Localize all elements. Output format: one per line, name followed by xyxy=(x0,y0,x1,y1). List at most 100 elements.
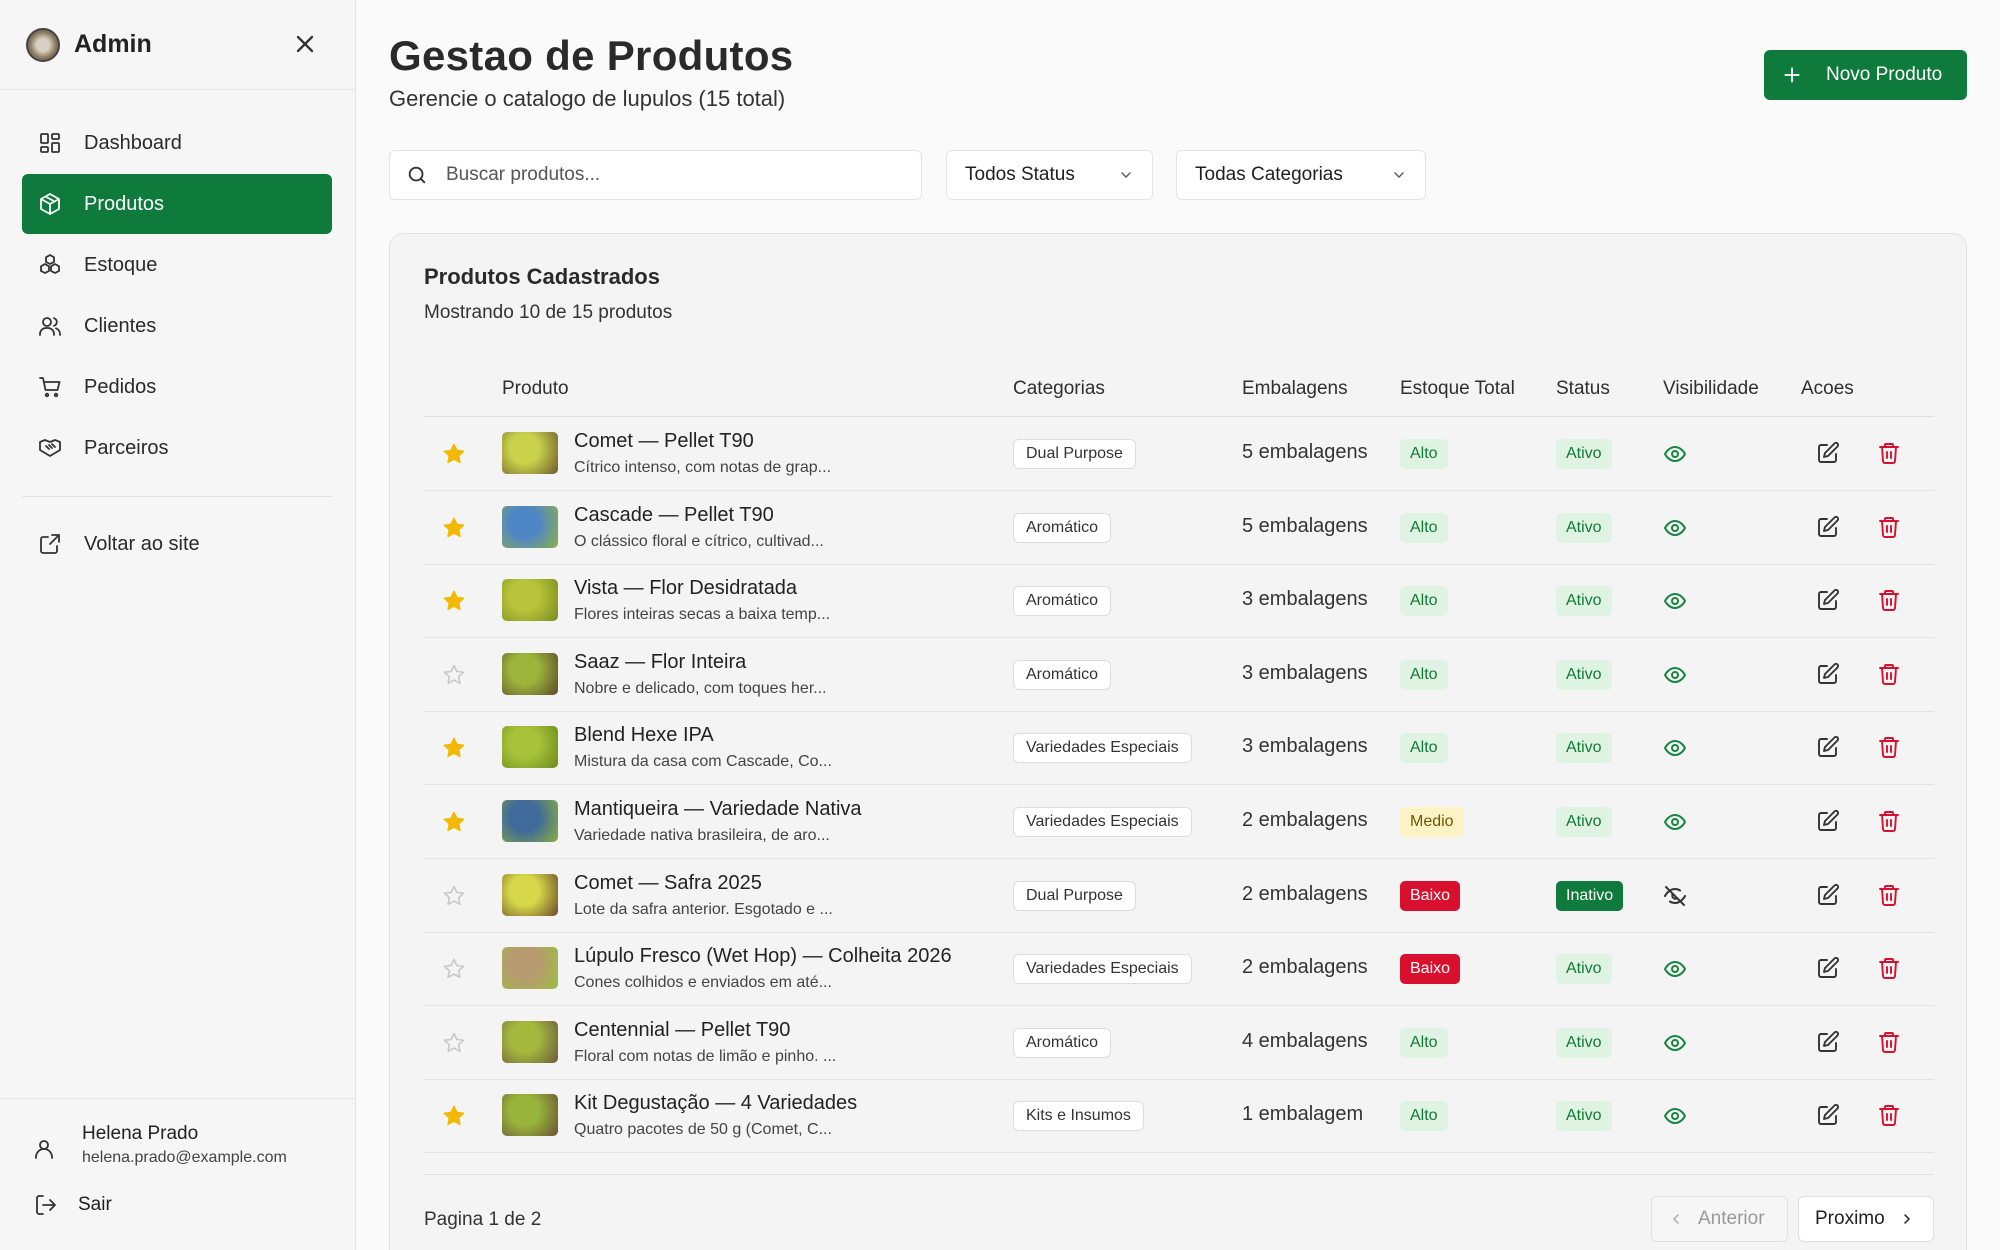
product-thumbnail xyxy=(502,947,558,990)
eye-icon[interactable] xyxy=(1663,663,1687,687)
stock-badge: Alto xyxy=(1400,1101,1448,1132)
trash-icon[interactable] xyxy=(1877,588,1901,612)
trash-icon[interactable] xyxy=(1877,809,1901,833)
sidebar-item-parceiros[interactable]: Parceiros xyxy=(22,418,332,478)
trash-icon[interactable] xyxy=(1877,1103,1901,1127)
logout-button[interactable]: Sair xyxy=(34,1193,112,1217)
edit-icon[interactable] xyxy=(1816,1030,1840,1054)
column-header-embalagens[interactable]: Embalagens xyxy=(1242,378,1348,400)
close-icon[interactable] xyxy=(291,30,319,58)
table-row: Vista — Flor Desidratada Flores inteiras… xyxy=(424,564,1934,639)
star-outline-icon[interactable] xyxy=(442,1031,466,1055)
star-filled-icon[interactable] xyxy=(442,810,466,834)
star-filled-icon[interactable] xyxy=(442,736,466,760)
column-header-estoque[interactable]: Estoque Total xyxy=(1400,378,1515,400)
eye-icon[interactable] xyxy=(1663,589,1687,613)
star-outline-icon[interactable] xyxy=(442,957,466,981)
category-filter-value: Todas Categorias xyxy=(1195,164,1343,185)
edit-icon[interactable] xyxy=(1816,441,1840,465)
eye-icon[interactable] xyxy=(1663,736,1687,760)
product-thumbnail xyxy=(502,505,558,548)
new-product-label: Novo Produto xyxy=(1826,64,1943,85)
edit-icon[interactable] xyxy=(1816,883,1840,907)
category-badge: Kits e Insumos xyxy=(1013,1101,1144,1132)
category-filter-select[interactable]: Todas Categorias xyxy=(1176,150,1426,200)
column-header-acoes: Acoes xyxy=(1801,378,1854,399)
status-badge: Ativo xyxy=(1556,1027,1612,1058)
sidebar-item-estoque[interactable]: Estoque xyxy=(22,235,332,295)
product-thumbnail xyxy=(502,652,558,695)
star-filled-icon[interactable] xyxy=(442,516,466,540)
sidebar-divider xyxy=(22,496,332,497)
column-header-status[interactable]: Status xyxy=(1556,378,1610,400)
edit-icon[interactable] xyxy=(1816,956,1840,980)
trash-icon[interactable] xyxy=(1877,515,1901,539)
back-to-site-label: Voltar ao site xyxy=(84,532,200,555)
stock-badge: Alto xyxy=(1400,659,1448,690)
cart-icon xyxy=(39,377,61,398)
trash-icon[interactable] xyxy=(1877,1030,1901,1054)
back-to-site-link[interactable]: Voltar ao site xyxy=(22,514,332,574)
eye-off-icon[interactable] xyxy=(1663,884,1687,908)
sidebar-item-clientes[interactable]: Clientes xyxy=(22,296,332,356)
edit-icon[interactable] xyxy=(1816,662,1840,686)
user-name: Helena Prado xyxy=(82,1123,199,1144)
search-input[interactable] xyxy=(446,164,921,186)
status-badge: Ativo xyxy=(1556,586,1612,617)
stock-badge: Baixo xyxy=(1400,880,1461,911)
sidebar-item-dashboard[interactable]: Dashboard xyxy=(22,113,332,173)
status-filter-select[interactable]: Todos Status xyxy=(946,150,1153,200)
status-badge: Ativo xyxy=(1556,1101,1612,1132)
pagination-next-label: Proximo xyxy=(1815,1208,1885,1229)
eye-icon[interactable] xyxy=(1663,957,1687,981)
trash-icon[interactable] xyxy=(1877,956,1901,980)
product-name: Comet — Safra 2025 xyxy=(574,871,762,894)
star-outline-icon[interactable] xyxy=(442,663,466,687)
star-outline-icon[interactable] xyxy=(442,884,466,908)
trash-icon[interactable] xyxy=(1877,735,1901,759)
pagination-next-button[interactable]: Proximo xyxy=(1798,1196,1934,1242)
product-description: Lote da safra anterior. Esgotado e ... xyxy=(574,900,833,918)
column-header-produto[interactable]: Produto xyxy=(502,378,569,400)
column-header-visibilidade[interactable]: Visibilidade xyxy=(1663,378,1759,400)
product-name: Blend Hexe IPA xyxy=(574,724,714,747)
eye-icon[interactable] xyxy=(1663,1104,1687,1128)
trash-icon[interactable] xyxy=(1877,441,1901,465)
product-thumbnail xyxy=(502,1094,558,1137)
product-description: Nobre e delicado, com toques her... xyxy=(574,679,827,697)
eye-icon[interactable] xyxy=(1663,1031,1687,1055)
column-header-categorias[interactable]: Categorias xyxy=(1013,378,1105,400)
eye-icon[interactable] xyxy=(1663,442,1687,466)
star-filled-icon[interactable] xyxy=(442,1104,466,1128)
sidebar-item-produtos[interactable]: Produtos xyxy=(22,174,332,234)
edit-icon[interactable] xyxy=(1816,515,1840,539)
pagination-previous-button[interactable]: Anterior xyxy=(1651,1196,1788,1242)
stock-badge: Alto xyxy=(1400,439,1448,469)
trash-icon[interactable] xyxy=(1877,883,1901,907)
eye-icon[interactable] xyxy=(1663,810,1687,834)
edit-icon[interactable] xyxy=(1816,809,1840,833)
status-filter-value: Todos Status xyxy=(965,164,1075,185)
product-thumbnail xyxy=(502,432,558,474)
stock-badge: Baixo xyxy=(1400,954,1461,985)
sidebar-item-label: Clientes xyxy=(84,314,157,337)
edit-icon[interactable] xyxy=(1816,1103,1840,1127)
table-row: Lúpulo Fresco (Wet Hop) — Colheita 2026 … xyxy=(424,932,1934,1007)
sidebar-header: Admin xyxy=(0,0,355,90)
status-badge: Ativo xyxy=(1556,954,1612,985)
table-footer-divider xyxy=(424,1174,1934,1175)
new-product-button[interactable]: Novo Produto xyxy=(1764,50,1967,100)
product-description: Flores inteiras secas a baixa temp... xyxy=(574,606,831,624)
trash-icon[interactable] xyxy=(1877,662,1901,686)
eye-icon[interactable] xyxy=(1663,516,1687,540)
product-description: Floral com notas de limão e pinho. ... xyxy=(574,1047,837,1065)
product-description: Quatro pacotes de 50 g (Comet, C... xyxy=(574,1121,832,1139)
external-link-icon xyxy=(40,534,60,554)
edit-icon[interactable] xyxy=(1816,588,1840,612)
star-filled-icon[interactable] xyxy=(442,442,466,466)
star-filled-icon[interactable] xyxy=(442,589,466,613)
edit-icon[interactable] xyxy=(1816,735,1840,759)
sidebar-footer: Helena Prado helena.prado@example.com Sa… xyxy=(0,1098,355,1250)
sidebar-item-pedidos[interactable]: Pedidos xyxy=(22,357,332,417)
chevron-right-icon xyxy=(1903,1214,1910,1224)
